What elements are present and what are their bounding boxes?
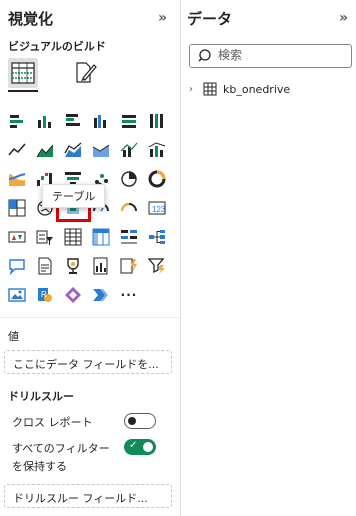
- cross-report-toggle[interactable]: [124, 413, 156, 429]
- slicer-icon[interactable]: [35, 227, 55, 247]
- toggle-knob: [143, 442, 153, 452]
- more-visuals-icon[interactable]: ···: [119, 285, 139, 305]
- 100-stacked-area-chart-icon[interactable]: [91, 140, 111, 160]
- table-tree-item-kb-onedrive[interactable]: › kb_onedrive: [189, 80, 290, 98]
- kpi-icon[interactable]: [7, 227, 27, 247]
- keep-filters-label-line1: すべてのフィルター: [12, 442, 110, 455]
- keep-filters-label-line2: を保持する: [12, 460, 67, 473]
- more-visuals-label: ···: [120, 288, 138, 302]
- active-tab-indicator: [8, 90, 38, 92]
- matrix-icon[interactable]: [91, 227, 111, 247]
- svg-text:123: 123: [152, 205, 166, 214]
- keep-filters-toggle[interactable]: ✓: [124, 439, 156, 455]
- trophy-goals-icon[interactable]: [63, 256, 83, 276]
- treemap-icon[interactable]: [7, 198, 27, 218]
- chevron-right-icon[interactable]: ›: [189, 84, 203, 95]
- line-and-clustered-column-chart-icon[interactable]: [147, 140, 167, 160]
- cross-report-label: クロス レポート: [12, 416, 93, 429]
- r-script-visual-icon[interactable]: R: [35, 285, 55, 305]
- stacked-bar-chart-icon[interactable]: [7, 111, 27, 131]
- stacked-column-chart-icon[interactable]: [35, 111, 55, 131]
- area-chart-icon[interactable]: [35, 140, 55, 160]
- pie-chart-icon[interactable]: [119, 169, 139, 189]
- search-icon: [198, 49, 211, 62]
- visual-tooltip: テーブル: [42, 184, 106, 208]
- data-title: データ: [187, 10, 233, 28]
- clustered-column-chart-icon[interactable]: [91, 111, 111, 131]
- line-chart-icon[interactable]: [7, 140, 27, 160]
- collapse-data-button[interactable]: »: [339, 11, 348, 25]
- collapse-visualizations-button[interactable]: »: [158, 11, 167, 25]
- key-influencers-icon[interactable]: [91, 256, 111, 276]
- power-automate-flow-icon[interactable]: [91, 285, 111, 305]
- table-build-icon: [11, 62, 35, 84]
- ribbon-chart-icon[interactable]: [7, 169, 27, 189]
- card-icon[interactable]: 123: [147, 198, 167, 218]
- section-divider: [0, 317, 180, 318]
- data-search-box[interactable]: [189, 44, 352, 68]
- data-pane: データ » › kb_onedrive: [181, 0, 356, 516]
- gauge-icon[interactable]: [119, 198, 139, 218]
- visualizations-pane: 視覚化 » ビジュアルのビルド 123 R ··· テーブル 値 ここにデータ フィ…: [0, 0, 180, 516]
- 100-stacked-bar-chart-icon[interactable]: [119, 111, 139, 131]
- stacked-area-chart-icon[interactable]: [63, 140, 83, 160]
- power-apps-icon[interactable]: [63, 285, 83, 305]
- multi-row-card-icon[interactable]: [119, 227, 139, 247]
- visualizations-title: 視覚化: [8, 10, 54, 28]
- decomposition-tree-icon[interactable]: [147, 227, 167, 247]
- check-icon: ✓: [129, 440, 138, 451]
- drillthrough-label: ドリルスルー: [8, 390, 74, 403]
- format-paintbrush-icon: [76, 62, 97, 83]
- clustered-bar-chart-icon[interactable]: [63, 111, 83, 131]
- format-visual-tab[interactable]: [70, 58, 100, 88]
- donut-chart-icon[interactable]: [147, 169, 167, 189]
- build-visual-tab[interactable]: [8, 58, 38, 88]
- values-drop-well[interactable]: ここにデータ フィールドを...: [4, 350, 172, 374]
- build-visual-subtitle: ビジュアルのビルド: [8, 40, 106, 53]
- smart-narrative-icon[interactable]: [7, 256, 27, 276]
- image-icon[interactable]: [7, 285, 27, 305]
- table-name-label: kb_onedrive: [223, 82, 291, 96]
- power-automate-icon[interactable]: [119, 256, 139, 276]
- values-label: 値: [8, 330, 19, 343]
- table-icon: [203, 82, 217, 96]
- toggle-knob: [128, 417, 136, 425]
- drillthrough-drop-well[interactable]: ドリルスルー フィールド...: [4, 484, 172, 508]
- line-and-stacked-column-chart-icon[interactable]: [119, 140, 139, 160]
- svg-text:R: R: [41, 290, 47, 299]
- paginated-report-icon[interactable]: [35, 256, 55, 276]
- search-input[interactable]: [218, 48, 346, 62]
- table-icon[interactable]: [63, 227, 83, 247]
- 100-stacked-column-chart-icon[interactable]: [147, 111, 167, 131]
- qa-filter-icon[interactable]: [147, 256, 167, 276]
